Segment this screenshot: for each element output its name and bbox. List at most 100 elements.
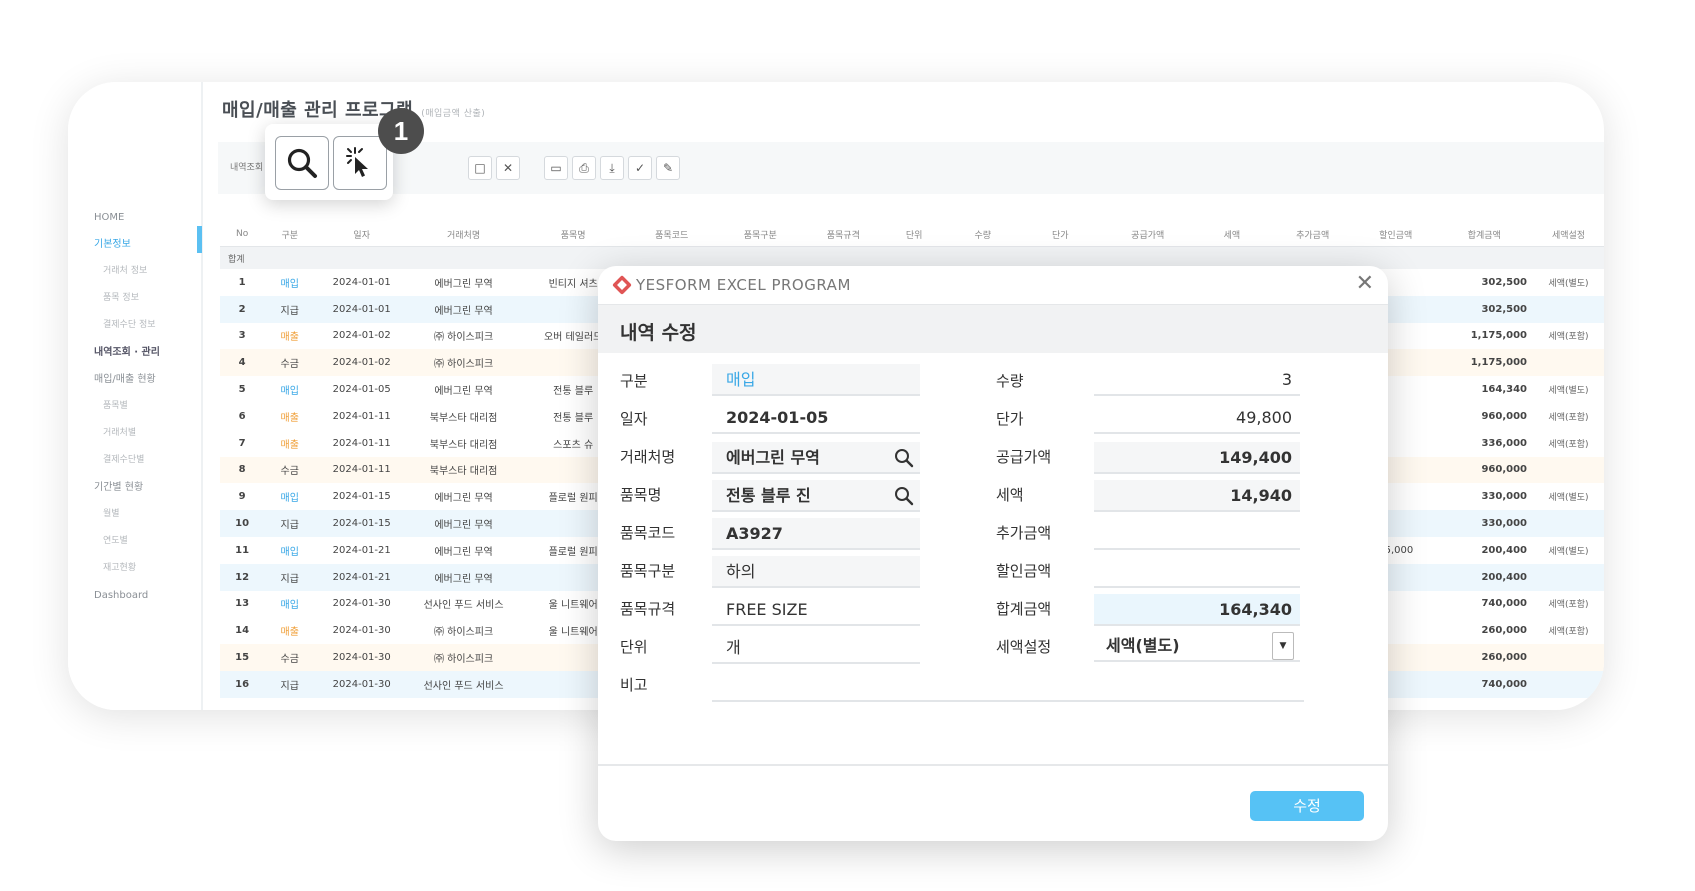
check-icon[interactable]: ✓ xyxy=(628,156,652,180)
sidebar-item[interactable]: 거래처별 xyxy=(94,420,160,447)
total-value: 164,340 xyxy=(1219,600,1292,619)
cell-total: 260,000 xyxy=(1435,644,1533,671)
close-icon[interactable]: ✕ xyxy=(1356,273,1374,295)
column-header[interactable]: 구분 xyxy=(264,222,316,247)
unit-field[interactable]: 개 xyxy=(712,632,920,664)
sidebar-item[interactable]: 품목별 xyxy=(94,393,160,420)
category-field[interactable]: 하의 xyxy=(712,556,920,588)
sidebar-item[interactable]: 품목 정보 xyxy=(94,285,160,312)
dialog-title: 내역 수정 xyxy=(620,322,697,344)
toolbar-label: 내역조회 xyxy=(230,163,264,173)
price-field[interactable]: 49,800 xyxy=(1094,402,1300,434)
yesform-logo-icon xyxy=(612,275,632,295)
cell-no: 11 xyxy=(235,544,250,556)
date-field[interactable]: 2024-01-05 xyxy=(712,402,920,434)
column-header[interactable]: 추가금액 xyxy=(1269,222,1356,247)
cell-type: 매출 xyxy=(280,332,299,344)
sidebar-item[interactable]: Dashboard xyxy=(94,582,160,609)
column-header[interactable]: 세액설정 xyxy=(1533,222,1604,247)
type-field[interactable]: 매입 xyxy=(712,364,920,396)
select-button[interactable] xyxy=(333,136,387,190)
edit-dialog: YESFORM EXCEL PROGRAM ✕ 내역 수정 구분 매입 일자 2… xyxy=(598,266,1388,841)
submit-button[interactable]: 수정 xyxy=(1250,791,1364,821)
sidebar-item[interactable]: 내역조회 · 관리 xyxy=(94,339,160,366)
column-header[interactable]: 품목구분 xyxy=(715,222,805,247)
column-header[interactable]: 품목규격 xyxy=(804,222,883,247)
cell-date: 2024-01-30 xyxy=(332,625,391,637)
toolbar xyxy=(218,142,1604,194)
sidebar-item[interactable]: 매입/매출 현황 xyxy=(94,366,160,393)
type-label: 구분 xyxy=(620,372,648,390)
sidebar-item[interactable]: 연도별 xyxy=(94,528,160,555)
column-header[interactable]: 공급가액 xyxy=(1101,222,1195,247)
print-icon[interactable]: ⎙ xyxy=(572,156,596,180)
cell-type: 지급 xyxy=(264,295,316,323)
download-icon[interactable]: ⤓ xyxy=(600,156,624,180)
cell-type: 매입 xyxy=(280,600,299,612)
column-header[interactable]: 세액 xyxy=(1194,222,1270,247)
action-popup xyxy=(265,124,393,200)
total-field: 164,340 xyxy=(1094,594,1300,626)
sidebar-item[interactable]: 기간별 현황 xyxy=(94,474,160,501)
sidebar-item[interactable]: 거래처 정보 xyxy=(94,258,160,285)
taxset-select[interactable]: 세액(별도) ▼ xyxy=(1094,630,1300,662)
cell-date: 2024-01-30 xyxy=(315,670,409,698)
column-header[interactable]: 할인금액 xyxy=(1355,222,1436,247)
cell-no: 14 xyxy=(235,625,250,637)
pin-icon[interactable]: ✎ xyxy=(656,156,680,180)
code-field[interactable]: A3927 xyxy=(712,518,920,550)
column-header[interactable]: 일자 xyxy=(315,222,409,247)
taxset-label: 세액설정 xyxy=(996,638,1052,656)
sidebar: HOME 기본정보 거래처 정보 품목 정보 결제수단 정보 내역조회 · 관리 매입/매출… xyxy=(68,82,203,710)
spec-field[interactable]: FREE SIZE xyxy=(712,594,920,626)
column-header[interactable]: 수량 xyxy=(946,222,1020,247)
chevron-down-icon[interactable]: ▼ xyxy=(1272,632,1294,660)
sidebar-item[interactable]: HOME xyxy=(94,204,160,231)
app-title: 매입/매출 관리 프로그램 (매입금액 산출) xyxy=(222,96,485,122)
cell-no: 16 xyxy=(220,670,265,698)
cell-tax xyxy=(1533,349,1604,377)
discount-field[interactable] xyxy=(1094,556,1300,588)
sidebar-item[interactable]: 결제수단 정보 xyxy=(94,312,160,339)
cell-total: 164,340 xyxy=(1481,384,1527,396)
sidebar-item[interactable]: 월별 xyxy=(94,501,160,528)
search-icon[interactable] xyxy=(894,486,914,506)
item-field[interactable]: 전통 블루 진 xyxy=(712,480,920,512)
cell-total: 302,500 xyxy=(1481,276,1527,288)
cell-vendor: 선사인 푸드 서비스 xyxy=(408,670,519,698)
cell-no: 1 xyxy=(238,276,246,288)
type-value: 매입 xyxy=(726,370,756,389)
cell-total: 302,500 xyxy=(1435,295,1533,323)
cell-type: 지급 xyxy=(264,670,316,698)
sidebar-item[interactable]: 재고현황 xyxy=(94,555,160,582)
price-value: 49,800 xyxy=(1236,408,1292,427)
column-header[interactable]: 품목명 xyxy=(518,222,628,247)
dialog-brand: YESFORM EXCEL PROGRAM xyxy=(636,276,851,294)
close-icon[interactable]: ✕ xyxy=(496,156,520,180)
cell-total: 1,175,000 xyxy=(1470,330,1527,342)
column-header[interactable]: 합계금액 xyxy=(1435,222,1533,247)
code-label: 품목코드 xyxy=(620,524,676,542)
column-header[interactable]: 품목코드 xyxy=(627,222,716,247)
column-header[interactable]: 단위 xyxy=(882,222,947,247)
vendor-field[interactable]: 에버그린 무역 xyxy=(712,442,920,474)
column-header[interactable]: 단가 xyxy=(1019,222,1102,247)
qty-field[interactable]: 3 xyxy=(1094,364,1300,396)
cell-no: 9 xyxy=(238,491,246,503)
sidebar-item[interactable]: 기본정보 xyxy=(94,231,160,258)
category-label: 품목구분 xyxy=(620,562,676,580)
delete-icon[interactable]: □ xyxy=(468,156,492,180)
extra-field[interactable] xyxy=(1094,518,1300,550)
cell-total: 1,175,000 xyxy=(1435,349,1533,377)
cell-vendor: 북부스타 대리점 xyxy=(429,412,498,424)
search-button[interactable] xyxy=(275,136,329,190)
sidebar-active-marker xyxy=(197,226,202,253)
screen-icon[interactable]: ▭ xyxy=(544,156,568,180)
memo-field[interactable] xyxy=(712,670,1304,702)
search-icon[interactable] xyxy=(894,448,914,468)
column-header[interactable]: No xyxy=(220,222,265,247)
sidebar-item[interactable]: 결제수단별 xyxy=(94,447,160,474)
column-header[interactable]: 거래처명 xyxy=(408,222,519,247)
spec-value: FREE SIZE xyxy=(726,600,808,619)
step-badge: 1 xyxy=(378,108,424,154)
